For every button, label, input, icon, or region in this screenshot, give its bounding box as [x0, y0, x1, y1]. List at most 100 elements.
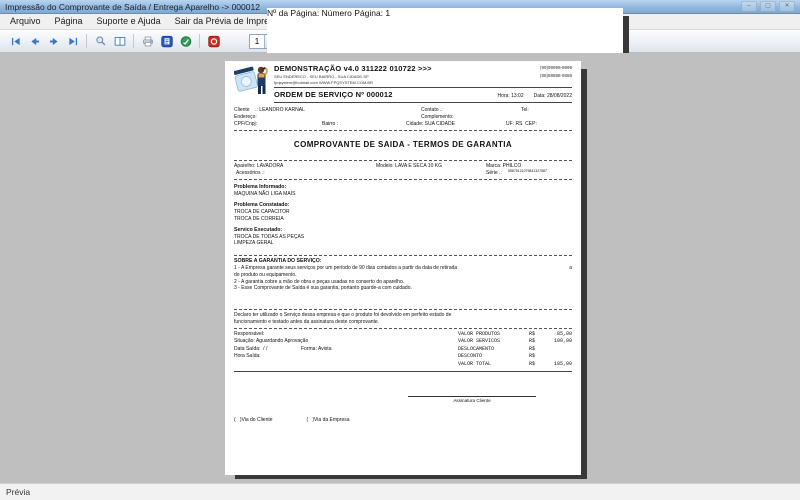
equipment-row-2: Acessórios .: Série .: 55879121079841327…: [234, 169, 572, 177]
signature-label: Assinatura Cliente: [453, 397, 491, 403]
exit-date-label: Data Saída: / /: [234, 345, 268, 352]
money-row-total: VALOR TOTAL R$ 185,00: [458, 360, 572, 367]
reported-problem-item: MAQUINA NÃO LIGA MAIS: [234, 191, 296, 198]
magnifier-icon: [95, 35, 105, 45]
book-pages-icon: [114, 36, 125, 46]
previous-page-button[interactable]: [25, 33, 44, 50]
document-header: DEMONSTRAÇÃO v4.0 311222 010722 >>> SEU …: [234, 64, 572, 105]
warranty-item-2: 2 - A garantia cobre a mão de obra e peç…: [234, 278, 405, 285]
warranty-title: SOBRE A GARANTIA DO SERVIÇO:: [234, 258, 322, 265]
divider: [234, 327, 572, 329]
totals-left: Responsável: Situação: Aguardando Aprova…: [234, 331, 458, 369]
toolbar-separator: [199, 34, 200, 48]
document-content: DEMONSTRAÇÃO v4.0 311222 010722 >>> SEU …: [225, 61, 581, 426]
found-problem-label: Problema Constatado:: [234, 202, 290, 208]
window-controls: – ▢ ✕: [741, 1, 795, 12]
declaration-line-1: Declaro ter utilizado o Serviço dessa em…: [234, 312, 452, 319]
print-setup-icon: [160, 35, 173, 47]
phone-2: (88)88888-8888: [539, 73, 572, 79]
declaration-line-2: funcionamento e testado antes da assinat…: [234, 318, 380, 325]
equipment-block: Aparelho: LAVADORA Modelo: LAVA E SECA 1…: [234, 163, 572, 177]
menu-suporte-e-ajuda[interactable]: Suporte e Ajuda: [90, 14, 168, 29]
client-phone-label: Tel:: [521, 107, 529, 114]
reported-problem-section: Problema Informado: MAQUINA NÃO LIGA MAI…: [234, 184, 572, 198]
serial-number: 55879121079841327587: [508, 169, 547, 174]
print-setup-button[interactable]: [157, 33, 176, 50]
accessories-label: Acessórios .:: [236, 170, 265, 177]
document-page: DEMONSTRAÇÃO v4.0 311222 010722 >>> SEU …: [225, 61, 581, 475]
warranty-item-1-text: 1 - A Empresa garante seus serviços por …: [234, 265, 458, 272]
exit-icon: [207, 35, 220, 47]
client-name: Cliente .: LEANDRO KARNAL: [234, 107, 305, 114]
client-cpf-label: CPF/Cnpj:: [234, 121, 258, 128]
minimize-button[interactable]: –: [741, 1, 757, 12]
service-order-title: ORDEM DE SERVIÇO Nº 000012: [274, 90, 393, 100]
zoom-level-value: 1: [254, 36, 260, 46]
money-row-discount: DESCONTO R$: [458, 353, 536, 360]
divider: [274, 87, 572, 89]
menu-pagina[interactable]: Página: [48, 14, 90, 29]
found-problem-section: Problema Constatado: TROCA DE CAPACITOR …: [234, 202, 572, 223]
divider: [234, 309, 572, 311]
last-page-button[interactable]: [63, 33, 82, 50]
serial-label: Série .:: [486, 170, 502, 177]
responsible-label: Responsável:: [234, 330, 265, 337]
client-row-1: Cliente .: LEANDRO KARNAL Contato .: Tel…: [234, 107, 572, 114]
client-block: Cliente .: LEANDRO KARNAL Contato .: Tel…: [234, 107, 572, 128]
order-time: Hora: 13:02: [497, 93, 524, 100]
service-done-item: TROCA DE TODAS AS PEÇAS: [234, 233, 305, 240]
service-order-row: ORDEM DE SERVIÇO Nº 000012 Hora: 13:02 D…: [274, 90, 572, 100]
client-contact-label: Contato .:: [421, 107, 443, 114]
payment-form: Forma: Avista: [301, 345, 332, 352]
totals-table: VALOR PRODUTOS R$ 85,00 VALOR SERVICOS R…: [458, 331, 572, 369]
divider: [234, 179, 572, 181]
toolbar-separator: [133, 34, 134, 48]
signature-line: [408, 395, 536, 397]
warranty-item-3: 3 - Esse Comprovante de Saída é sua gara…: [234, 285, 412, 292]
divider: [234, 255, 572, 257]
service-order-meta: Hora: 13:02 Data: 28/08/2022: [497, 93, 572, 100]
service-done-section: Servico Executado: TROCA DE TODAS AS PEÇ…: [234, 227, 572, 248]
last-page-icon: [68, 37, 77, 45]
toolbar-separator: [86, 34, 87, 48]
first-page-icon: [11, 37, 20, 45]
window-title: Impressão do Comprovante de Saída / Entr…: [5, 1, 260, 12]
app-window: Impressão do Comprovante de Saída / Entr…: [0, 0, 800, 500]
declaration-text: Declaro ter utilizado o Serviço dessa em…: [234, 312, 572, 326]
zoom-button[interactable]: [91, 33, 110, 50]
exit-time-label: Hora Saída:: [234, 353, 261, 360]
company-phones: (99)99999-9999 (88)88888-8888: [540, 64, 572, 85]
next-page-icon: [49, 37, 58, 45]
money-row-services: VALOR SERVICOS R$ 100,00: [458, 338, 572, 345]
previous-page-icon: [30, 37, 39, 45]
client-uf-cep: UF: RS CEP:: [506, 121, 537, 128]
client-district-label: Bairro :: [322, 121, 339, 128]
maximize-button[interactable]: ▢: [760, 1, 776, 12]
toolbar: 1 ▼ Nº Zoom Nº da Página: Número Página:…: [0, 8, 800, 422]
divider: [234, 130, 572, 132]
device-name: Aparelho: LAVADORA: [234, 163, 284, 170]
export-button[interactable]: [176, 33, 195, 50]
company-copy-checkbox: ( )Via da Empresa: [306, 416, 350, 423]
client-address-label: Endereço:: [234, 114, 257, 121]
close-button[interactable]: ✕: [779, 1, 795, 12]
company-title: DEMONSTRAÇÃO v4.0 311222 010722 >>>: [274, 64, 432, 73]
copies-row: ( )Via do Cliente ( )Via da Empresa: [234, 417, 572, 424]
exit-preview-button[interactable]: [204, 33, 223, 50]
service-done-item: LIMPEZA GERAL: [234, 240, 274, 247]
next-page-button[interactable]: [44, 33, 63, 50]
found-problem-item: TROCA DE CORREIA: [234, 215, 284, 222]
status-value: Situação: Aguardando Aprovação: [234, 338, 309, 345]
client-city: Cidade: SUA CIDADE: [406, 121, 455, 128]
signature-block: Assinatura Cliente: [408, 395, 536, 404]
printer-icon: [142, 36, 153, 46]
client-copy-checkbox: ( )Via do Cliente: [234, 416, 273, 423]
two-page-view-button[interactable]: [110, 33, 129, 50]
print-button[interactable]: [138, 33, 157, 50]
status-text: Prévia: [6, 487, 31, 497]
phone-1: (99)99999-9999: [539, 65, 572, 70]
money-row-travel: DESLOCAMENTO R$: [458, 345, 536, 352]
menu-arquivo[interactable]: Arquivo: [3, 14, 48, 29]
client-complement-label: Complemento:: [421, 114, 454, 121]
first-page-button[interactable]: [6, 33, 25, 50]
